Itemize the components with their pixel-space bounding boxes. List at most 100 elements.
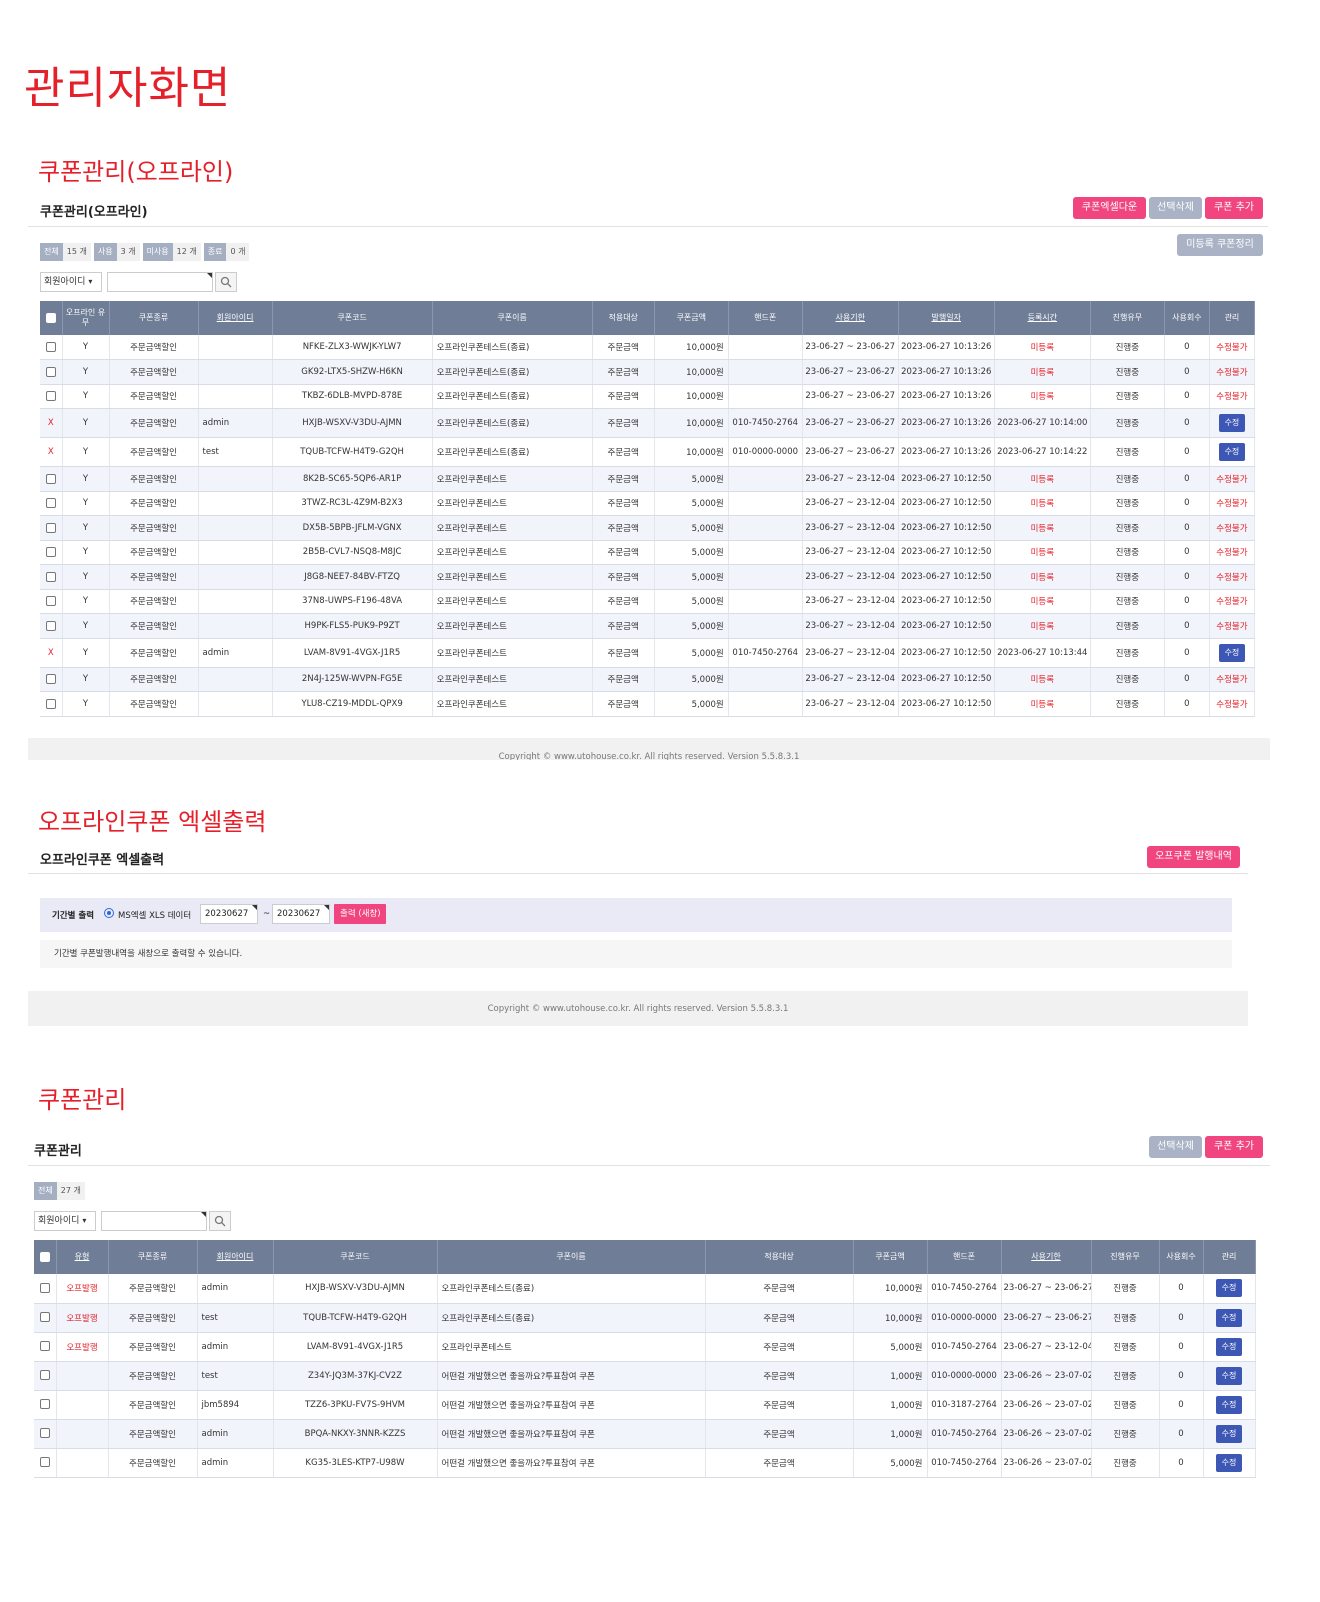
edit-button[interactable]: 수정 bbox=[1215, 1424, 1243, 1443]
row-checkbox[interactable] bbox=[40, 515, 63, 541]
col-period[interactable]: 사용기한 bbox=[1001, 1240, 1092, 1274]
progress-status: 진행중 bbox=[1090, 491, 1165, 516]
edit-button[interactable]: 수정 bbox=[1218, 643, 1246, 662]
phone bbox=[728, 491, 803, 516]
coupon-add-button[interactable]: 쿠폰 추가 bbox=[1205, 1136, 1263, 1158]
edit-button[interactable]: 수정 bbox=[1215, 1453, 1243, 1472]
search-field-select[interactable]: 회원아이디 ▾ bbox=[40, 272, 102, 292]
row-checkbox[interactable] bbox=[40, 613, 63, 639]
edit-button[interactable]: 수정 bbox=[1215, 1395, 1243, 1414]
xls-radio[interactable] bbox=[104, 908, 114, 919]
date-from-input[interactable]: 20230627 bbox=[200, 904, 258, 924]
row-checkbox[interactable] bbox=[34, 1448, 57, 1478]
cleanup-unregistered-button[interactable]: 미등록 쿠폰정리 bbox=[1177, 234, 1263, 256]
edit-button[interactable]: 수정 bbox=[1218, 443, 1246, 461]
coupon-filter-all[interactable]: 전체 bbox=[34, 1182, 57, 1200]
checkbox-icon[interactable] bbox=[39, 1457, 50, 1468]
search-input[interactable] bbox=[107, 272, 213, 292]
filter-all[interactable]: 전체 bbox=[40, 243, 63, 261]
coupon-kind: 주문금액할인 bbox=[109, 384, 199, 409]
registered-time: 미등록 bbox=[994, 613, 1091, 639]
coupon-code: HXJB-WSXV-V3DU-AJMN bbox=[273, 1274, 438, 1304]
checkbox-icon[interactable] bbox=[39, 1428, 50, 1439]
checkbox-icon[interactable] bbox=[45, 698, 56, 709]
select-all-checkbox[interactable] bbox=[40, 301, 63, 335]
row-checkbox[interactable] bbox=[40, 691, 63, 717]
col-issued[interactable]: 발행일자 bbox=[898, 301, 995, 335]
row-checkbox[interactable] bbox=[40, 564, 63, 590]
use-count: 0 bbox=[1159, 1274, 1204, 1304]
search-button[interactable] bbox=[215, 272, 237, 292]
checkbox-icon[interactable] bbox=[39, 1312, 50, 1323]
edit-button[interactable]: 수정 bbox=[1218, 414, 1246, 432]
col-kind: 쿠폰종류 bbox=[108, 1240, 198, 1274]
col-registered[interactable]: 등록시간 bbox=[994, 301, 1091, 335]
edit-button[interactable]: 수정 bbox=[1215, 1337, 1243, 1356]
row-checkbox[interactable] bbox=[34, 1332, 57, 1362]
checkbox-icon[interactable] bbox=[45, 473, 56, 484]
coupon-search-field-select[interactable]: 회원아이디 ▾ bbox=[34, 1211, 96, 1231]
apply-target: 주문금액 bbox=[592, 491, 655, 516]
checkbox-icon[interactable] bbox=[45, 522, 56, 533]
use-count: 0 bbox=[1164, 466, 1210, 492]
checkbox-icon[interactable] bbox=[45, 391, 56, 401]
date-to-input[interactable]: 20230627 bbox=[272, 904, 330, 924]
registered-time: 2023-06-27 10:14:00 bbox=[994, 408, 1091, 438]
row-checkbox[interactable] bbox=[40, 359, 63, 385]
col-member[interactable]: 회원아이디 bbox=[197, 1240, 274, 1274]
coupon-name: 어떤걸 개발했으면 좋을까요?투표참여 쿠폰 bbox=[437, 1448, 706, 1478]
apply-target: 주문금액 bbox=[705, 1361, 854, 1391]
coupon-name: 오프라인쿠폰테스트 bbox=[432, 638, 593, 668]
manage-cell: 수정 bbox=[1209, 408, 1256, 438]
filter-unused[interactable]: 미사용 bbox=[142, 243, 173, 261]
row-checkbox[interactable] bbox=[40, 667, 63, 692]
coupon-delete-selected-button[interactable]: 선택삭제 bbox=[1149, 1136, 1202, 1158]
excel-section-title: 오프라인쿠폰 엑셀출력 bbox=[38, 808, 267, 836]
coupon-code: TQUB-TCFW-H4T9-G2QH bbox=[273, 1303, 438, 1333]
col-period[interactable]: 사용기한 bbox=[802, 301, 899, 335]
excel-download-button[interactable]: 쿠폰엑셀다운 bbox=[1073, 197, 1146, 219]
row-checkbox[interactable] bbox=[34, 1419, 57, 1449]
filter-ended[interactable]: 종료 bbox=[203, 243, 227, 261]
offline-flag: Y bbox=[62, 437, 110, 467]
coupon-search-button[interactable] bbox=[209, 1211, 231, 1231]
checkbox-icon[interactable] bbox=[39, 1399, 50, 1410]
add-coupon-button[interactable]: 쿠폰 추가 bbox=[1205, 197, 1263, 219]
registered-time: 미등록 bbox=[994, 564, 1091, 590]
not-editable-label: 수정불가 bbox=[1209, 691, 1256, 717]
checkbox-icon[interactable] bbox=[45, 674, 56, 684]
checkbox-icon[interactable] bbox=[39, 1283, 50, 1293]
filter-used[interactable]: 사용 bbox=[93, 243, 117, 261]
checkbox-icon[interactable] bbox=[45, 620, 56, 631]
checkbox-icon[interactable] bbox=[45, 498, 56, 508]
row-checkbox[interactable] bbox=[34, 1274, 57, 1304]
coupon-kind: 주문금액할인 bbox=[109, 564, 199, 590]
row-checkbox[interactable] bbox=[40, 589, 63, 614]
col-member[interactable]: 회원아이디 bbox=[198, 301, 273, 335]
delete-selected-button[interactable]: 선택삭제 bbox=[1149, 197, 1202, 219]
checkbox-icon[interactable] bbox=[45, 571, 56, 582]
coupon-search-input[interactable] bbox=[101, 1211, 207, 1231]
row-checkbox[interactable] bbox=[40, 491, 63, 516]
col-type[interactable]: 유형 bbox=[56, 1240, 109, 1274]
row-checkbox[interactable] bbox=[40, 466, 63, 492]
row-checkbox[interactable] bbox=[34, 1303, 57, 1333]
row-checkbox[interactable] bbox=[40, 384, 63, 409]
checkbox-icon[interactable] bbox=[45, 596, 56, 606]
checkbox-icon[interactable] bbox=[45, 366, 56, 377]
offline-history-button[interactable]: 오프쿠폰 발행내역 bbox=[1147, 846, 1240, 868]
checkbox-icon[interactable] bbox=[45, 547, 56, 557]
checkbox-icon[interactable] bbox=[39, 1370, 50, 1381]
not-editable-label: 수정불가 bbox=[1209, 384, 1256, 409]
row-checkbox[interactable] bbox=[40, 540, 63, 565]
row-checkbox[interactable] bbox=[40, 335, 63, 360]
export-button[interactable]: 출력 (새창) bbox=[334, 904, 386, 924]
row-checkbox[interactable] bbox=[34, 1361, 57, 1391]
edit-button[interactable]: 수정 bbox=[1215, 1366, 1243, 1385]
edit-button[interactable]: 수정 bbox=[1215, 1279, 1243, 1298]
checkbox-icon[interactable] bbox=[45, 341, 56, 352]
checkbox-icon[interactable] bbox=[39, 1341, 50, 1352]
edit-button[interactable]: 수정 bbox=[1215, 1308, 1243, 1327]
coupon-select-all-checkbox[interactable] bbox=[34, 1240, 57, 1274]
row-checkbox[interactable] bbox=[34, 1390, 57, 1420]
